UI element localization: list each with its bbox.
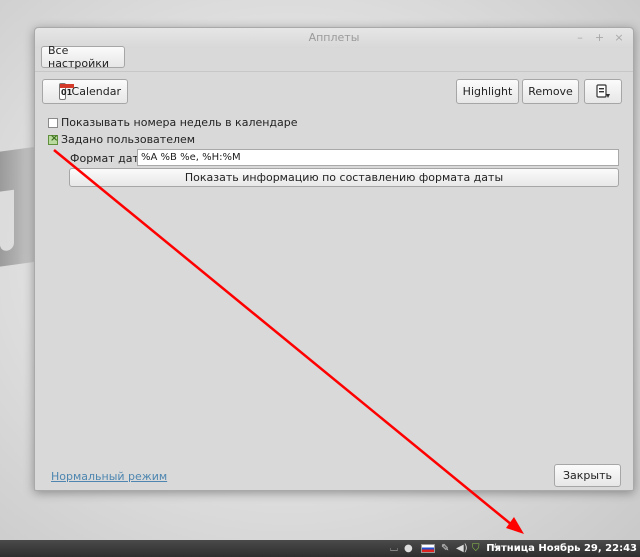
close-label: Закрыть [563, 469, 612, 482]
desktop-logo [0, 146, 38, 269]
settings-panel-icon [596, 83, 610, 98]
flag-ru-icon[interactable] [421, 544, 435, 553]
highlight-button[interactable]: Highlight [456, 79, 519, 104]
minimize-button[interactable]: – [572, 28, 588, 48]
all-settings-label: Все настройки [48, 44, 110, 70]
highlight-label: Highlight [462, 85, 513, 98]
maximize-button[interactable]: + [592, 28, 608, 48]
window-titlebar[interactable]: Апплеты – + × [35, 28, 633, 48]
close-window-button[interactable]: × [611, 28, 627, 48]
close-button[interactable]: Закрыть [554, 464, 621, 487]
date-format-info-button[interactable]: Показать информацию по составлению форма… [69, 168, 619, 187]
shield-icon[interactable]: ⛉ [472, 540, 480, 557]
window-title: Апплеты [308, 31, 360, 44]
applet-calendar-button[interactable]: 01 Calendar [42, 79, 128, 104]
calendar-icon: 01 [59, 83, 74, 100]
taskbar: ⌴ ● ✎ ◀) ⛉ ϟ Пятница Ноябрь 29, 22:43 [0, 540, 640, 557]
custom-format-label[interactable]: Задано пользователем [61, 133, 195, 146]
applet-extra-button[interactable] [584, 79, 622, 104]
show-week-numbers-label[interactable]: Показывать номера недель в календаре [61, 116, 298, 129]
show-week-numbers-checkbox[interactable] [48, 118, 58, 128]
window-controls: – + × [572, 28, 627, 48]
date-format-input[interactable]: %A %B %e, %H:%M [137, 149, 619, 166]
volume-icon[interactable]: ◀) [456, 540, 468, 557]
date-format-info-label: Показать информацию по составлению форма… [184, 171, 504, 184]
applet-name: Calendar [71, 85, 121, 98]
custom-format-checkbox[interactable] [48, 133, 58, 145]
taskbar-clock[interactable]: Пятница Ноябрь 29, 22:43 [486, 540, 637, 557]
all-settings-button[interactable]: Все настройки [41, 44, 125, 70]
pen-icon[interactable]: ✎ [441, 540, 449, 557]
remove-button[interactable]: Remove [522, 79, 579, 104]
toolbar-separator [35, 71, 633, 72]
desktop-icon[interactable]: ⌴ [390, 540, 398, 557]
calendar-icon-day: 01 [61, 88, 73, 97]
applets-window: Апплеты – + × Все настройки 01 Calendar … [34, 27, 634, 491]
user-icon[interactable]: ● [404, 540, 413, 557]
normal-mode-link[interactable]: Нормальный режим [51, 470, 167, 483]
remove-label: Remove [528, 85, 573, 98]
